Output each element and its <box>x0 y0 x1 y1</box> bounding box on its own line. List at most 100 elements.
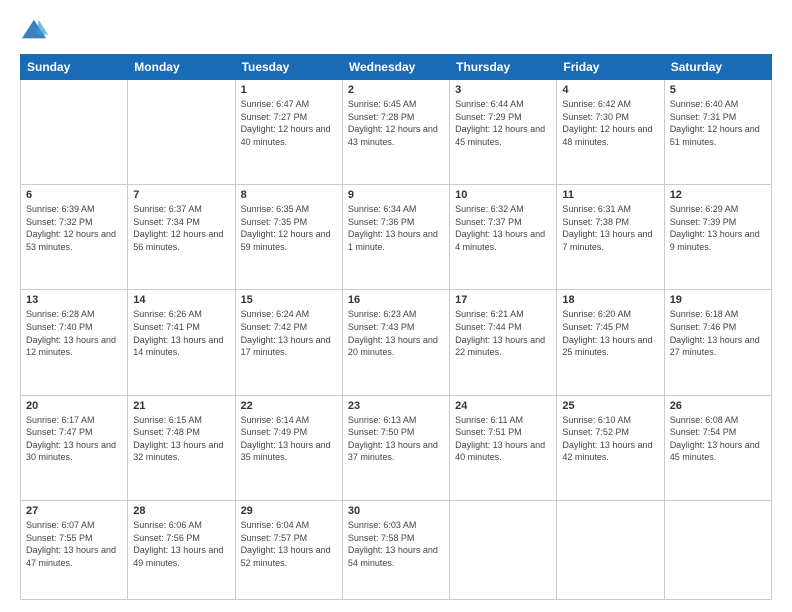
calendar-day-cell: 27 Sunrise: 6:07 AM Sunset: 7:55 PM Dayli… <box>21 500 128 599</box>
calendar-day-cell: 24 Sunrise: 6:11 AM Sunset: 7:51 PM Dayli… <box>450 395 557 500</box>
day-number: 10 <box>455 189 551 201</box>
day-number: 23 <box>348 400 444 412</box>
day-info: Sunrise: 6:03 AM Sunset: 7:58 PM Dayligh… <box>348 519 444 569</box>
calendar-day-cell: 14 Sunrise: 6:26 AM Sunset: 7:41 PM Dayli… <box>128 290 235 395</box>
day-info: Sunrise: 6:13 AM Sunset: 7:50 PM Dayligh… <box>348 414 444 464</box>
day-number: 15 <box>241 294 337 306</box>
day-info: Sunrise: 6:34 AM Sunset: 7:36 PM Dayligh… <box>348 203 444 253</box>
calendar-day-header: Friday <box>557 55 664 80</box>
calendar-day-cell: 16Sunrise: 6:23 AM Sunset: 7:43 PM Dayli… <box>342 290 449 395</box>
day-number: 14 <box>133 294 229 306</box>
day-number: 22 <box>241 400 337 412</box>
calendar-day-cell: 3 Sunrise: 6:44 AM Sunset: 7:29 PM Daylig… <box>450 80 557 185</box>
day-number: 24 <box>455 400 551 412</box>
day-number: 6 <box>26 189 122 201</box>
calendar-day-cell: 22 Sunrise: 6:14 AM Sunset: 7:49 PM Dayli… <box>235 395 342 500</box>
day-info: Sunrise: 6:29 AM Sunset: 7:39 PM Dayligh… <box>670 203 766 253</box>
day-info: Sunrise: 6:11 AM Sunset: 7:51 PM Dayligh… <box>455 414 551 464</box>
day-info: Sunrise: 6:10 AM Sunset: 7:52 PM Dayligh… <box>562 414 658 464</box>
day-number: 17 <box>455 294 551 306</box>
calendar-day-cell: 21Sunrise: 6:15 AM Sunset: 7:48 PM Dayli… <box>128 395 235 500</box>
day-number: 26 <box>670 400 766 412</box>
day-info: Sunrise: 6:47 AM Sunset: 7:27 PM Dayligh… <box>241 98 337 148</box>
day-info: Sunrise: 6:07 AM Sunset: 7:55 PM Dayligh… <box>26 519 122 569</box>
calendar-day-cell: 13 Sunrise: 6:28 AM Sunset: 7:40 PM Dayli… <box>21 290 128 395</box>
day-number: 7 <box>133 189 229 201</box>
day-number: 27 <box>26 505 122 517</box>
day-number: 16 <box>348 294 444 306</box>
day-number: 30 <box>348 505 444 517</box>
calendar-day-cell <box>450 500 557 599</box>
calendar-day-cell: 17 Sunrise: 6:21 AM Sunset: 7:44 PM Dayli… <box>450 290 557 395</box>
day-number: 3 <box>455 84 551 96</box>
day-number: 11 <box>562 189 658 201</box>
calendar-day-cell <box>664 500 771 599</box>
logo-icon <box>20 16 48 44</box>
calendar-day-cell <box>21 80 128 185</box>
day-number: 19 <box>670 294 766 306</box>
day-info: Sunrise: 6:04 AM Sunset: 7:57 PM Dayligh… <box>241 519 337 569</box>
header <box>20 16 772 44</box>
logo <box>20 16 54 44</box>
day-number: 4 <box>562 84 658 96</box>
day-number: 25 <box>562 400 658 412</box>
calendar-day-header: Monday <box>128 55 235 80</box>
calendar-day-cell: 23 Sunrise: 6:13 AM Sunset: 7:50 PM Dayli… <box>342 395 449 500</box>
calendar-day-cell: 29 Sunrise: 6:04 AM Sunset: 7:57 PM Dayli… <box>235 500 342 599</box>
calendar-day-cell: 11 Sunrise: 6:31 AM Sunset: 7:38 PM Dayli… <box>557 185 664 290</box>
day-info: Sunrise: 6:39 AM Sunset: 7:32 PM Dayligh… <box>26 203 122 253</box>
calendar-day-header: Sunday <box>21 55 128 80</box>
day-info: Sunrise: 6:37 AM Sunset: 7:34 PM Dayligh… <box>133 203 229 253</box>
day-number: 5 <box>670 84 766 96</box>
day-number: 9 <box>348 189 444 201</box>
calendar-day-cell: 25 Sunrise: 6:10 AM Sunset: 7:52 PM Dayli… <box>557 395 664 500</box>
day-info: Sunrise: 6:17 AM Sunset: 7:47 PM Dayligh… <box>26 414 122 464</box>
day-info: Sunrise: 6:20 AM Sunset: 7:45 PM Dayligh… <box>562 308 658 358</box>
day-info: Sunrise: 6:45 AM Sunset: 7:28 PM Dayligh… <box>348 98 444 148</box>
day-info: Sunrise: 6:28 AM Sunset: 7:40 PM Dayligh… <box>26 308 122 358</box>
calendar-day-cell: 8 Sunrise: 6:35 AM Sunset: 7:35 PM Daylig… <box>235 185 342 290</box>
day-info: Sunrise: 6:26 AM Sunset: 7:41 PM Dayligh… <box>133 308 229 358</box>
day-number: 1 <box>241 84 337 96</box>
calendar-day-header: Saturday <box>664 55 771 80</box>
calendar-day-cell: 1 Sunrise: 6:47 AM Sunset: 7:27 PM Daylig… <box>235 80 342 185</box>
calendar-day-cell: 9 Sunrise: 6:34 AM Sunset: 7:36 PM Daylig… <box>342 185 449 290</box>
day-info: Sunrise: 6:35 AM Sunset: 7:35 PM Dayligh… <box>241 203 337 253</box>
calendar-day-cell: 6 Sunrise: 6:39 AM Sunset: 7:32 PM Daylig… <box>21 185 128 290</box>
day-number: 8 <box>241 189 337 201</box>
calendar-week-row: 1 Sunrise: 6:47 AM Sunset: 7:27 PM Daylig… <box>21 80 772 185</box>
day-number: 12 <box>670 189 766 201</box>
calendar-day-header: Thursday <box>450 55 557 80</box>
calendar-header-row: SundayMondayTuesdayWednesdayThursdayFrid… <box>21 55 772 80</box>
day-number: 20 <box>26 400 122 412</box>
calendar-day-cell: 19 Sunrise: 6:18 AM Sunset: 7:46 PM Dayli… <box>664 290 771 395</box>
calendar-week-row: 20 Sunrise: 6:17 AM Sunset: 7:47 PM Dayli… <box>21 395 772 500</box>
calendar-day-header: Wednesday <box>342 55 449 80</box>
day-number: 29 <box>241 505 337 517</box>
calendar-day-cell <box>557 500 664 599</box>
calendar-week-row: 13 Sunrise: 6:28 AM Sunset: 7:40 PM Dayli… <box>21 290 772 395</box>
day-info: Sunrise: 6:42 AM Sunset: 7:30 PM Dayligh… <box>562 98 658 148</box>
calendar-table: SundayMondayTuesdayWednesdayThursdayFrid… <box>20 54 772 600</box>
calendar-day-cell: 20 Sunrise: 6:17 AM Sunset: 7:47 PM Dayli… <box>21 395 128 500</box>
calendar-day-cell: 30 Sunrise: 6:03 AM Sunset: 7:58 PM Dayli… <box>342 500 449 599</box>
day-info: Sunrise: 6:18 AM Sunset: 7:46 PM Dayligh… <box>670 308 766 358</box>
day-info: Sunrise: 6:24 AM Sunset: 7:42 PM Dayligh… <box>241 308 337 358</box>
page: SundayMondayTuesdayWednesdayThursdayFrid… <box>0 0 792 612</box>
day-info: Sunrise: 6:21 AM Sunset: 7:44 PM Dayligh… <box>455 308 551 358</box>
day-info: Sunrise: 6:40 AM Sunset: 7:31 PM Dayligh… <box>670 98 766 148</box>
calendar-day-cell: 26 Sunrise: 6:08 AM Sunset: 7:54 PM Dayli… <box>664 395 771 500</box>
day-number: 13 <box>26 294 122 306</box>
calendar-day-cell: 12 Sunrise: 6:29 AM Sunset: 7:39 PM Dayli… <box>664 185 771 290</box>
day-info: Sunrise: 6:08 AM Sunset: 7:54 PM Dayligh… <box>670 414 766 464</box>
day-info: Sunrise: 6:44 AM Sunset: 7:29 PM Dayligh… <box>455 98 551 148</box>
day-info: Sunrise: 6:31 AM Sunset: 7:38 PM Dayligh… <box>562 203 658 253</box>
day-number: 28 <box>133 505 229 517</box>
calendar-day-cell: 7 Sunrise: 6:37 AM Sunset: 7:34 PM Daylig… <box>128 185 235 290</box>
day-number: 21 <box>133 400 229 412</box>
calendar-day-cell: 10 Sunrise: 6:32 AM Sunset: 7:37 PM Dayli… <box>450 185 557 290</box>
day-info: Sunrise: 6:32 AM Sunset: 7:37 PM Dayligh… <box>455 203 551 253</box>
day-info: Sunrise: 6:14 AM Sunset: 7:49 PM Dayligh… <box>241 414 337 464</box>
calendar-day-cell: 15 Sunrise: 6:24 AM Sunset: 7:42 PM Dayli… <box>235 290 342 395</box>
calendar-day-cell: 18Sunrise: 6:20 AM Sunset: 7:45 PM Dayli… <box>557 290 664 395</box>
